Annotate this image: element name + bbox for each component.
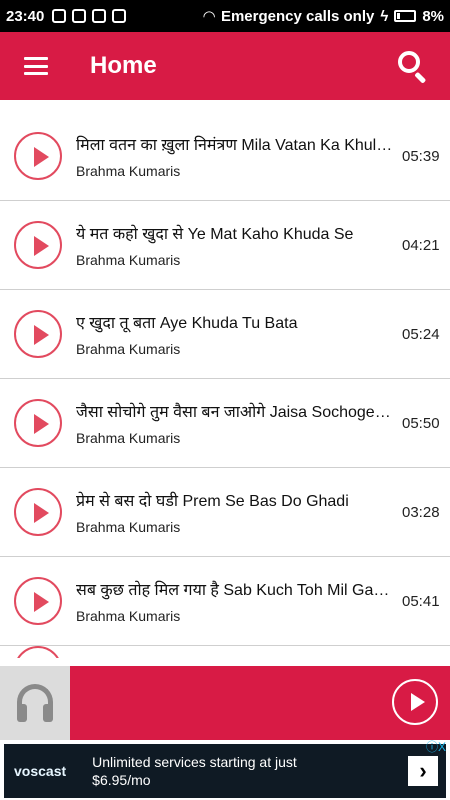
battery-percent: 8% (422, 7, 444, 25)
carrier-text: Emergency calls only (220, 7, 375, 25)
track-title: प्रेम से बस दो घडी Prem Se Bas Do Ghadi (76, 493, 349, 510)
track-duration: 04:21 (402, 236, 440, 254)
play-icon[interactable] (14, 646, 62, 658)
charging-icon: ϟ (380, 7, 389, 25)
track-duration: 03:28 (402, 503, 440, 521)
notification-icon (52, 9, 67, 23)
list-item[interactable]: ए खुदा तू बता Aye Khuda Tu Bata Brahma K… (0, 290, 450, 379)
album-art (0, 666, 70, 740)
track-title: ए खुदा तू बता Aye Khuda Tu Bata (76, 315, 298, 332)
play-icon[interactable] (14, 399, 62, 447)
list-item[interactable]: जैसा सोचोगे तुम वैसा बन जाओगे Jaisa Soch… (0, 379, 450, 468)
list-item-partial[interactable] (0, 646, 450, 658)
wifi-icon: ◠ (203, 8, 215, 25)
track-list: मिला वतन का ख़ुला निमंत्रण Mila Vatan Ka… (0, 112, 450, 658)
status-bar: 23:40 ◠ Emergency calls only ϟ 8% (0, 0, 450, 32)
play-icon[interactable] (14, 310, 62, 358)
list-item[interactable]: ये मत कहो खुदा से Ye Mat Kaho Khuda Se B… (0, 201, 450, 290)
track-artist: Brahma Kumaris (76, 163, 181, 179)
list-item[interactable]: सब कुछ तोह मिल गया है Sab Kuch Toh Mil G… (0, 557, 450, 646)
track-duration: 05:24 (402, 325, 440, 343)
track-duration: 05:41 (402, 592, 440, 610)
battery-icon (394, 10, 417, 22)
play-icon[interactable] (14, 132, 62, 180)
ad-line1: Unlimited services starting at just (92, 754, 297, 770)
track-duration: 05:50 (402, 414, 440, 432)
notification-icon (112, 9, 127, 23)
ad-arrow-icon[interactable]: › (408, 756, 438, 786)
notification-icon (72, 9, 87, 23)
track-artist: Brahma Kumaris (76, 252, 181, 268)
search-icon[interactable] (396, 49, 430, 84)
app-bar: Home (0, 32, 450, 100)
play-icon[interactable] (392, 679, 438, 725)
track-title: मिला वतन का ख़ुला निमंत्रण Mila Vatan Ka… (76, 137, 394, 154)
list-item[interactable]: प्रेम से बस दो घडी Prem Se Bas Do Ghadi … (0, 468, 450, 557)
track-artist: Brahma Kumaris (76, 430, 181, 446)
ad-banner[interactable]: voscast Unlimited services starting at j… (0, 740, 450, 800)
track-artist: Brahma Kumaris (76, 519, 181, 535)
play-icon[interactable] (14, 488, 62, 536)
ad-choices-icon[interactable]: ⓘX (426, 738, 446, 755)
ad-brand: voscast (14, 763, 67, 779)
page-title: Home (90, 52, 157, 79)
track-duration: 05:39 (402, 147, 440, 165)
track-title: जैसा सोचोगे तुम वैसा बन जाओगे Jaisa Soch… (76, 404, 394, 421)
hamburger-menu-icon[interactable] (24, 57, 48, 75)
ad-line2: $6.95/mo (92, 772, 151, 788)
status-time: 23:40 (6, 7, 45, 25)
track-artist: Brahma Kumaris (76, 341, 181, 357)
track-title: ये मत कहो खुदा से Ye Mat Kaho Khuda Se (76, 226, 354, 243)
track-artist: Brahma Kumaris (76, 608, 181, 624)
play-icon[interactable] (14, 221, 62, 269)
mini-player[interactable] (0, 666, 450, 740)
headphones-icon (15, 682, 55, 724)
list-item[interactable]: मिला वतन का ख़ुला निमंत्रण Mila Vatan Ka… (0, 112, 450, 201)
track-title: सब कुछ तोह मिल गया है Sab Kuch Toh Mil G… (76, 582, 394, 599)
play-icon[interactable] (14, 577, 62, 625)
notification-icon (92, 9, 107, 23)
